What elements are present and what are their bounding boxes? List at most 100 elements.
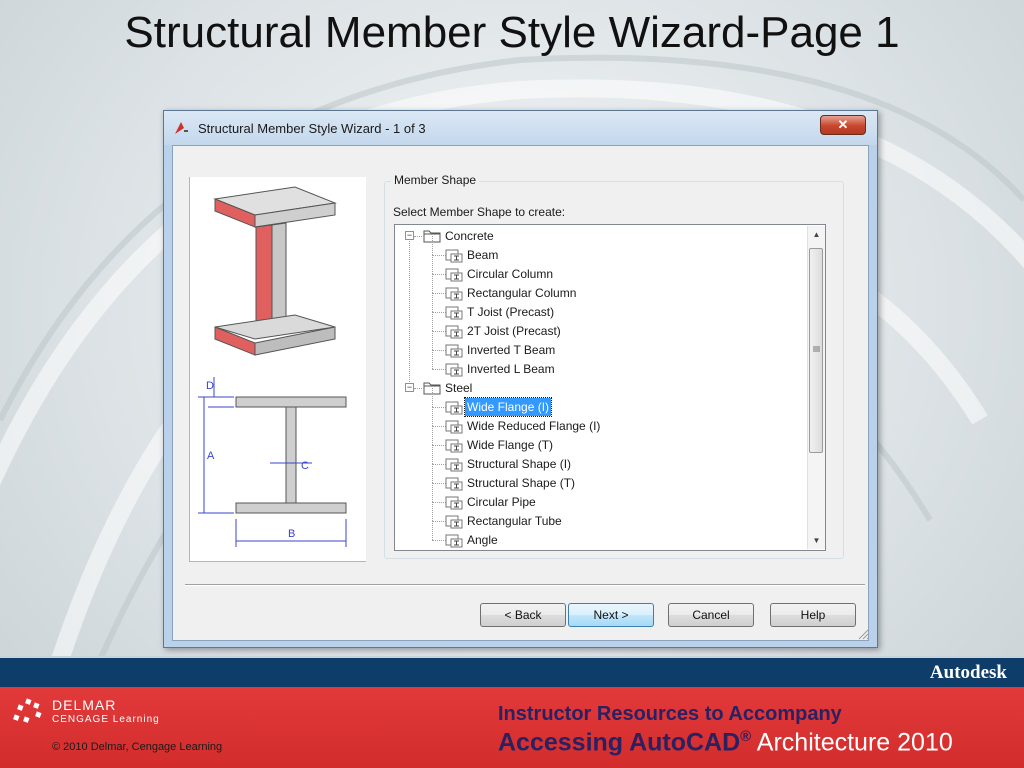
wide-flange-preview-image: D A C B	[198, 186, 347, 547]
member-shape-icon	[445, 458, 463, 472]
tree-branch-line	[432, 540, 446, 541]
tree-item-label: 2T Joist (Precast)	[467, 324, 561, 338]
tree-item-label: Rectangular Tube	[467, 514, 562, 528]
scroll-up-icon[interactable]: ▲	[808, 226, 825, 243]
tree-branch-line	[432, 464, 446, 465]
close-icon: ✕	[837, 117, 849, 132]
app-icon	[175, 122, 188, 134]
member-shape-icon	[445, 515, 463, 529]
member-shape-icon	[445, 325, 463, 339]
tree-branch-line	[432, 521, 446, 522]
dim-label-b: B	[288, 528, 295, 540]
next-button[interactable]: Next >	[568, 603, 654, 627]
tree-branch-line	[432, 331, 446, 332]
dialog-client-area: D A C B Member Shape Select Member Shape…	[172, 145, 869, 641]
member-shape-icon	[445, 363, 463, 377]
footer-heading-line1: Instructor Resources to Accompany	[498, 703, 842, 725]
member-shape-icon	[445, 534, 463, 548]
member-shape-icon	[445, 439, 463, 453]
tree-branch-line	[432, 502, 446, 503]
tree-branch-line	[432, 369, 446, 370]
tree-scrollbar[interactable]: ▲ ▼	[807, 226, 825, 549]
publisher-name: DELMAR	[52, 697, 117, 713]
tree-branch-line	[432, 407, 433, 426]
tree-branch-line	[432, 445, 433, 464]
tree-item-label: Structural Shape (T)	[467, 476, 576, 490]
tree-item-label: Steel	[445, 381, 473, 395]
tree-branch-line	[432, 350, 446, 351]
tree-item-label: Inverted L Beam	[467, 362, 555, 376]
member-shape-icon	[445, 268, 463, 282]
tree-branch-line	[432, 483, 446, 484]
book-title-bold: Accessing AutoCAD	[498, 728, 741, 757]
close-button[interactable]: ✕	[820, 115, 866, 135]
tree-branch-line	[432, 426, 446, 427]
tree-branch-line	[432, 464, 433, 483]
resize-grip-icon[interactable]	[857, 628, 869, 640]
tree-branch-line	[414, 236, 422, 237]
member-shape-icon	[445, 420, 463, 434]
member-shape-icon	[445, 249, 463, 263]
tree-item-label: Wide Flange (T)	[467, 438, 554, 452]
member-shape-icon	[445, 496, 463, 510]
scroll-thumb[interactable]	[809, 248, 823, 453]
tree-branch-line	[432, 312, 433, 331]
cancel-button[interactable]: Cancel	[668, 603, 754, 627]
tree-branch-line	[432, 293, 433, 312]
wizard-dialog: Structural Member Style Wizard - 1 of 3 …	[163, 110, 878, 648]
tree-item-label: T Joist (Precast)	[467, 305, 555, 319]
tree-branch-line	[432, 255, 446, 256]
tree-item-label: Rectangular Column	[467, 286, 577, 300]
collapse-icon[interactable]: −	[405, 383, 414, 392]
member-shape-icon	[445, 306, 463, 320]
footer-blue-band	[0, 656, 1024, 689]
tree-branch-line	[432, 407, 446, 408]
scroll-down-icon[interactable]: ▼	[808, 532, 825, 549]
tree-branch-line	[432, 350, 433, 369]
member-shape-icon	[445, 477, 463, 491]
help-button[interactable]: Help	[770, 603, 856, 627]
grip-icon	[813, 346, 820, 352]
slide-title: Structural Member Style Wizard-Page 1	[124, 8, 900, 57]
publisher-subtitle: CENGAGE Learning	[52, 714, 160, 725]
footer-heading-line2: Accessing AutoCAD® Architecture 2010	[498, 728, 953, 757]
tree-branch-line	[432, 445, 446, 446]
tree-branch-line	[432, 483, 433, 502]
tree-branch-line	[432, 502, 433, 521]
member-shape-icon	[445, 401, 463, 415]
dialog-titlebar[interactable]: Structural Member Style Wizard - 1 of 3 …	[164, 111, 877, 145]
tree-item-label: Circular Pipe	[467, 495, 536, 509]
dim-label-c: C	[301, 460, 309, 472]
tree-trunk-line	[409, 236, 410, 388]
autodesk-logo: Autodesk	[929, 662, 1007, 683]
collapse-icon[interactable]: −	[405, 231, 414, 240]
back-button[interactable]: < Back	[480, 603, 566, 627]
tree-item-label: Angle	[467, 533, 498, 547]
member-shape-icon	[445, 344, 463, 358]
shape-preview-panel: D A C B	[189, 177, 366, 562]
tree-item-label: Circular Column	[467, 267, 554, 281]
tree-item-label: Structural Shape (I)	[467, 457, 572, 471]
tree-item-label: Wide Flange (I)	[463, 397, 553, 417]
tree-branch-line	[432, 426, 433, 445]
member-shape-tree[interactable]: ▲ ▼ − Concrete Beam Circular Column Rectangu…	[394, 224, 826, 551]
tree-branch-line	[432, 274, 433, 293]
tree-branch-line	[414, 388, 422, 389]
registered-mark: ®	[740, 728, 752, 745]
tree-branch-line	[432, 274, 446, 275]
copyright-text: © 2010 Delmar, Cengage Learning	[52, 741, 223, 753]
tree-branch-line	[432, 312, 446, 313]
dim-label-d: D	[206, 380, 214, 392]
tree-branch-line	[432, 293, 446, 294]
tree-item-label: Beam	[467, 248, 499, 262]
tree-branch-line	[432, 388, 433, 407]
tree-branch-line	[432, 331, 433, 350]
delmar-logo-icon	[13, 698, 42, 723]
tree-branch-line	[432, 521, 433, 540]
tree-item-label: Inverted T Beam	[467, 343, 556, 357]
member-shape-icon	[445, 287, 463, 301]
book-title-light: Architecture 2010	[751, 728, 953, 757]
button-separator	[185, 584, 865, 586]
tree-item-label: Concrete	[445, 229, 494, 243]
select-shape-label: Select Member Shape to create:	[393, 205, 566, 219]
